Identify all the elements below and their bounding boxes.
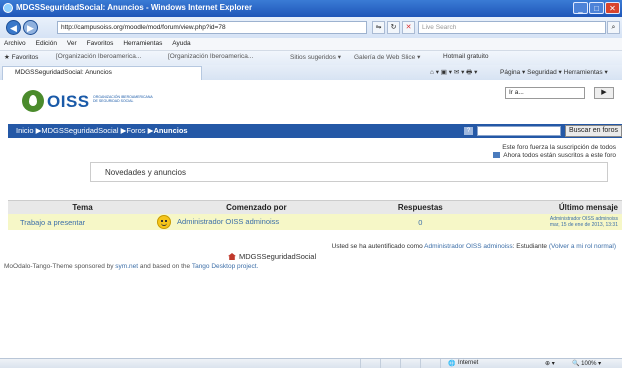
crumb-inicio[interactable]: Inicio bbox=[16, 126, 34, 135]
footer-text-2: and based on the bbox=[139, 263, 191, 270]
last-post-date[interactable]: mar, 15 de ene de 2013, 13:31 bbox=[485, 222, 618, 228]
col-tema: Tema bbox=[8, 200, 158, 214]
search-magnifier-icon[interactable]: ⌕ bbox=[607, 21, 620, 34]
menu-ver[interactable]: Ver bbox=[67, 40, 77, 47]
replies-link[interactable]: 0 bbox=[355, 214, 485, 230]
home-link[interactable]: MDGSSeguridadSocial bbox=[228, 252, 316, 261]
search-field[interactable]: Live Search bbox=[418, 21, 606, 34]
zoom-level[interactable]: 🔍 100% ▾ bbox=[572, 360, 601, 367]
forward-button[interactable]: ▶ bbox=[23, 20, 38, 35]
crumb-foros[interactable]: Foros bbox=[126, 126, 145, 135]
forum-search-input[interactable] bbox=[477, 126, 561, 136]
user-avatar-icon[interactable] bbox=[157, 215, 172, 229]
favorites-bar: ★ Favoritos [Organización Iberoamerica..… bbox=[0, 51, 622, 66]
command-bar-menus[interactable]: Página ▾ Seguridad ▾ Herramientas ▾ bbox=[500, 68, 608, 76]
tango-link[interactable]: Tango Desktop project. bbox=[192, 263, 258, 270]
search-help-icon[interactable]: ? bbox=[464, 127, 473, 135]
fav-item-2[interactable]: [Organización Iberoamerica... bbox=[168, 53, 253, 60]
favorites-star-icon[interactable]: ★ Favoritos bbox=[4, 53, 38, 61]
goto-select[interactable]: Ir a... bbox=[505, 87, 585, 99]
menu-archivo[interactable]: Archivo bbox=[4, 40, 26, 47]
menu-bar: Archivo Edición Ver Favoritos Herramient… bbox=[0, 38, 622, 51]
return-role-link[interactable]: (Volver a mi rol normal) bbox=[549, 243, 616, 250]
menu-favoritos[interactable]: Favoritos bbox=[87, 40, 114, 47]
logo-subtitle: ORGANIZACIÓN IBEROAMERICANA DE SEGURIDAD… bbox=[93, 95, 153, 103]
toolbar-icons[interactable]: ⌂ ▾ ▣ ▾ ✉ ▾ 🖶 ▾ bbox=[430, 68, 477, 79]
address-bar-row: ◀ ▶ http://campusoiss.org/moodle/mod/for… bbox=[0, 17, 622, 39]
logo-text: OISS bbox=[47, 92, 90, 111]
breadcrumb: Inicio ▶MDGSSeguridadSocial ▶Foros ▶Anun… bbox=[8, 124, 622, 138]
protected-mode-icon[interactable]: ⊕ ▾ bbox=[545, 360, 555, 367]
zoom-value: 100% bbox=[581, 361, 597, 367]
login-info: Usted se ha autentificado como Administr… bbox=[332, 243, 616, 250]
footer-text-1: MoOdalo-Tango-Theme sponsored by bbox=[4, 263, 114, 270]
favorites-label: Favoritos bbox=[11, 54, 39, 61]
subscribed-text: Ahora todos están suscritos a este foro bbox=[503, 152, 616, 159]
forum-intro-box: Novedades y anuncios bbox=[90, 162, 608, 182]
goto-button[interactable]: ▶ bbox=[594, 87, 614, 99]
search-forums-button[interactable]: Buscar en foros bbox=[565, 125, 622, 137]
compat-view-icon[interactable]: ⇋ bbox=[372, 21, 385, 34]
maximize-button[interactable]: □ bbox=[589, 2, 604, 14]
crumb-course[interactable]: MDGSSeguridadSocial bbox=[41, 126, 118, 135]
zone-label: Internet bbox=[458, 360, 479, 366]
menu-herramientas[interactable]: Herramientas bbox=[123, 40, 162, 47]
window-title-bar: MDGSSeguridadSocial: Anuncios - Windows … bbox=[0, 0, 622, 17]
window-title: MDGSSeguridadSocial: Anuncios - Windows … bbox=[16, 3, 253, 12]
home-icon bbox=[228, 253, 236, 260]
login-prefix: Usted se ha autentificado como bbox=[331, 243, 423, 250]
sponsor-link[interactable]: sym.net bbox=[115, 263, 138, 270]
subscribed-notice: Ahora todos están suscritos a este foro bbox=[493, 152, 616, 159]
footer: MoOdalo-Tango-Theme sponsored by sym.net… bbox=[4, 263, 258, 270]
fav-item-1[interactable]: [Organización Iberoamerica... bbox=[56, 53, 141, 60]
info-icon bbox=[493, 152, 501, 158]
url-field[interactable]: http://campusoiss.org/moodle/mod/forum/v… bbox=[57, 21, 367, 34]
crumb-current: Anuncios bbox=[153, 126, 188, 135]
refresh-icon[interactable]: ↻ bbox=[387, 21, 400, 34]
oiss-logo-icon bbox=[22, 90, 44, 112]
menu-ayuda[interactable]: Ayuda bbox=[172, 40, 190, 47]
author-cell: Administrador OISS adminoiss bbox=[157, 214, 356, 230]
discussion-table: Tema Comenzado por Respuestas Último men… bbox=[8, 200, 622, 230]
subscription-notice: Este foro fuerza la suscripción de todos bbox=[502, 144, 616, 151]
fav-item-sitios[interactable]: Sitios sugeridos ▾ bbox=[290, 53, 341, 61]
login-role: : Estudiante bbox=[512, 243, 547, 250]
fav-item-hotmail[interactable]: Hotmail gratuito bbox=[443, 53, 489, 60]
internet-zone-icon: 🌐 bbox=[448, 361, 456, 367]
back-button[interactable]: ◀ bbox=[6, 20, 21, 35]
minimize-button[interactable]: _ bbox=[573, 2, 588, 14]
author-link[interactable]: Administrador OISS adminoiss bbox=[177, 217, 279, 226]
ie-app-icon bbox=[3, 3, 13, 13]
col-comenzado-por: Comenzado por bbox=[157, 200, 356, 214]
login-user-link[interactable]: Administrador OISS adminoiss bbox=[424, 243, 513, 250]
tab-anuncios[interactable]: MDGSSeguridadSocial: Anuncios bbox=[2, 66, 202, 80]
page-content: OISS ORGANIZACIÓN IBEROAMERICANA DE SEGU… bbox=[0, 80, 622, 358]
menu-edicion[interactable]: Edición bbox=[36, 40, 57, 47]
table-row: Trabajo a presentar Administrador OISS a… bbox=[8, 214, 622, 230]
col-respuestas: Respuestas bbox=[355, 200, 485, 214]
close-button[interactable]: ✕ bbox=[605, 2, 620, 14]
fav-item-galeria[interactable]: Galería de Web Slice ▾ bbox=[354, 53, 420, 61]
tab-bar: MDGSSeguridadSocial: Anuncios ⌂ ▾ ▣ ▾ ✉ … bbox=[0, 65, 622, 81]
topic-link[interactable]: Trabajo a presentar bbox=[8, 214, 158, 230]
home-link-label: MDGSSeguridadSocial bbox=[239, 252, 317, 261]
col-ultimo-mensaje: Último mensaje bbox=[484, 200, 622, 214]
tab-label: MDGSSeguridadSocial: Anuncios bbox=[15, 69, 112, 76]
last-post-cell: Administrador OISS adminoiss mar, 15 de … bbox=[484, 214, 622, 230]
forum-intro-text: Novedades y anuncios bbox=[105, 168, 186, 177]
stop-icon[interactable]: ✕ bbox=[402, 21, 415, 34]
